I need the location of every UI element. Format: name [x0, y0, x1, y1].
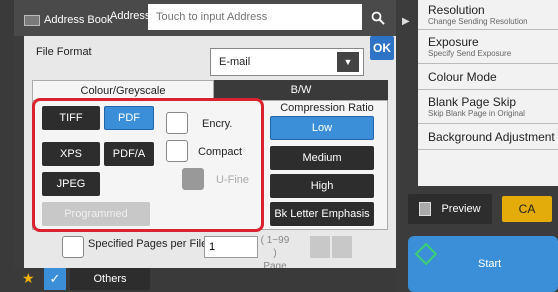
bk-letter-emphasis-button[interactable]: Bk Letter Emphasis: [270, 202, 374, 226]
others-button[interactable]: Others: [70, 268, 150, 290]
start-button[interactable]: Start: [408, 236, 558, 292]
menu-item-blank-page-skip[interactable]: Blank Page Skip Skip Blank Page in Origi…: [418, 90, 558, 124]
pages-range-text: ( 1~99 ): [260, 235, 290, 259]
menu-item-label: Blank Page Skip: [428, 95, 517, 109]
file-format-value: E-mail: [219, 56, 251, 68]
ok-button[interactable]: OK: [370, 36, 394, 60]
ca-button[interactable]: CA: [502, 196, 552, 222]
compression-low-button[interactable]: Low: [270, 116, 374, 140]
menu-item-exposure[interactable]: Exposure Specify Send Exposure: [418, 30, 558, 64]
tab-colour-greyscale[interactable]: Colour/Greyscale: [32, 80, 214, 100]
preview-button[interactable]: Preview: [408, 194, 492, 224]
menu-item-sublabel: Change Sending Resolution: [428, 17, 528, 26]
search-button[interactable]: [364, 4, 392, 32]
left-edge: [0, 0, 14, 292]
menu-item-label: Colour Mode: [428, 70, 497, 84]
menu-item-label: Exposure: [428, 35, 479, 49]
preview-label: Preview: [441, 203, 481, 215]
start-icon: [414, 242, 438, 266]
address-book-label: Address Book: [44, 14, 113, 26]
compression-high-button[interactable]: High: [270, 174, 374, 198]
star-icon[interactable]: ★: [22, 270, 35, 287]
compression-ratio-title: Compression Ratio: [280, 102, 374, 114]
pages-decrement-button[interactable]: [310, 236, 330, 258]
check-icon[interactable]: ✓: [44, 268, 66, 290]
highlight-frame: [32, 98, 264, 232]
menu-item-sublabel: Specify Send Exposure: [428, 49, 512, 58]
play-arrow-icon: ▶: [402, 16, 410, 27]
menu-item-background-adjustment[interactable]: Background Adjustment: [418, 124, 558, 150]
tab-bw[interactable]: B/W: [214, 80, 388, 100]
address-book-icon: [24, 14, 40, 26]
file-format-label: File Format: [36, 46, 92, 58]
start-label: Start: [478, 258, 502, 270]
dropdown-arrow-icon: ▼: [337, 52, 359, 72]
compression-medium-button[interactable]: Medium: [270, 146, 374, 170]
pages-per-file-input[interactable]: [204, 236, 258, 258]
specified-pages-checkbox[interactable]: [62, 236, 84, 258]
address-input[interactable]: [148, 4, 362, 30]
menu-item-colour-mode[interactable]: Colour Mode: [418, 64, 558, 90]
pages-increment-button[interactable]: [332, 236, 352, 258]
menu-item-label: Background Adjustment: [428, 130, 555, 144]
specified-pages-label: Specified Pages per File: [88, 238, 208, 250]
menu-item-label: Resolution: [428, 3, 485, 17]
preview-icon: [419, 202, 432, 216]
search-icon: [371, 11, 385, 25]
menu-item-resolution[interactable]: Resolution Change Sending Resolution: [418, 0, 558, 30]
address-label: Address: [110, 10, 151, 22]
file-format-select[interactable]: E-mail ▼: [210, 48, 364, 76]
address-book-button[interactable]: Address Book: [24, 10, 112, 30]
menu-item-sublabel: Skip Blank Page in Original: [428, 109, 525, 118]
